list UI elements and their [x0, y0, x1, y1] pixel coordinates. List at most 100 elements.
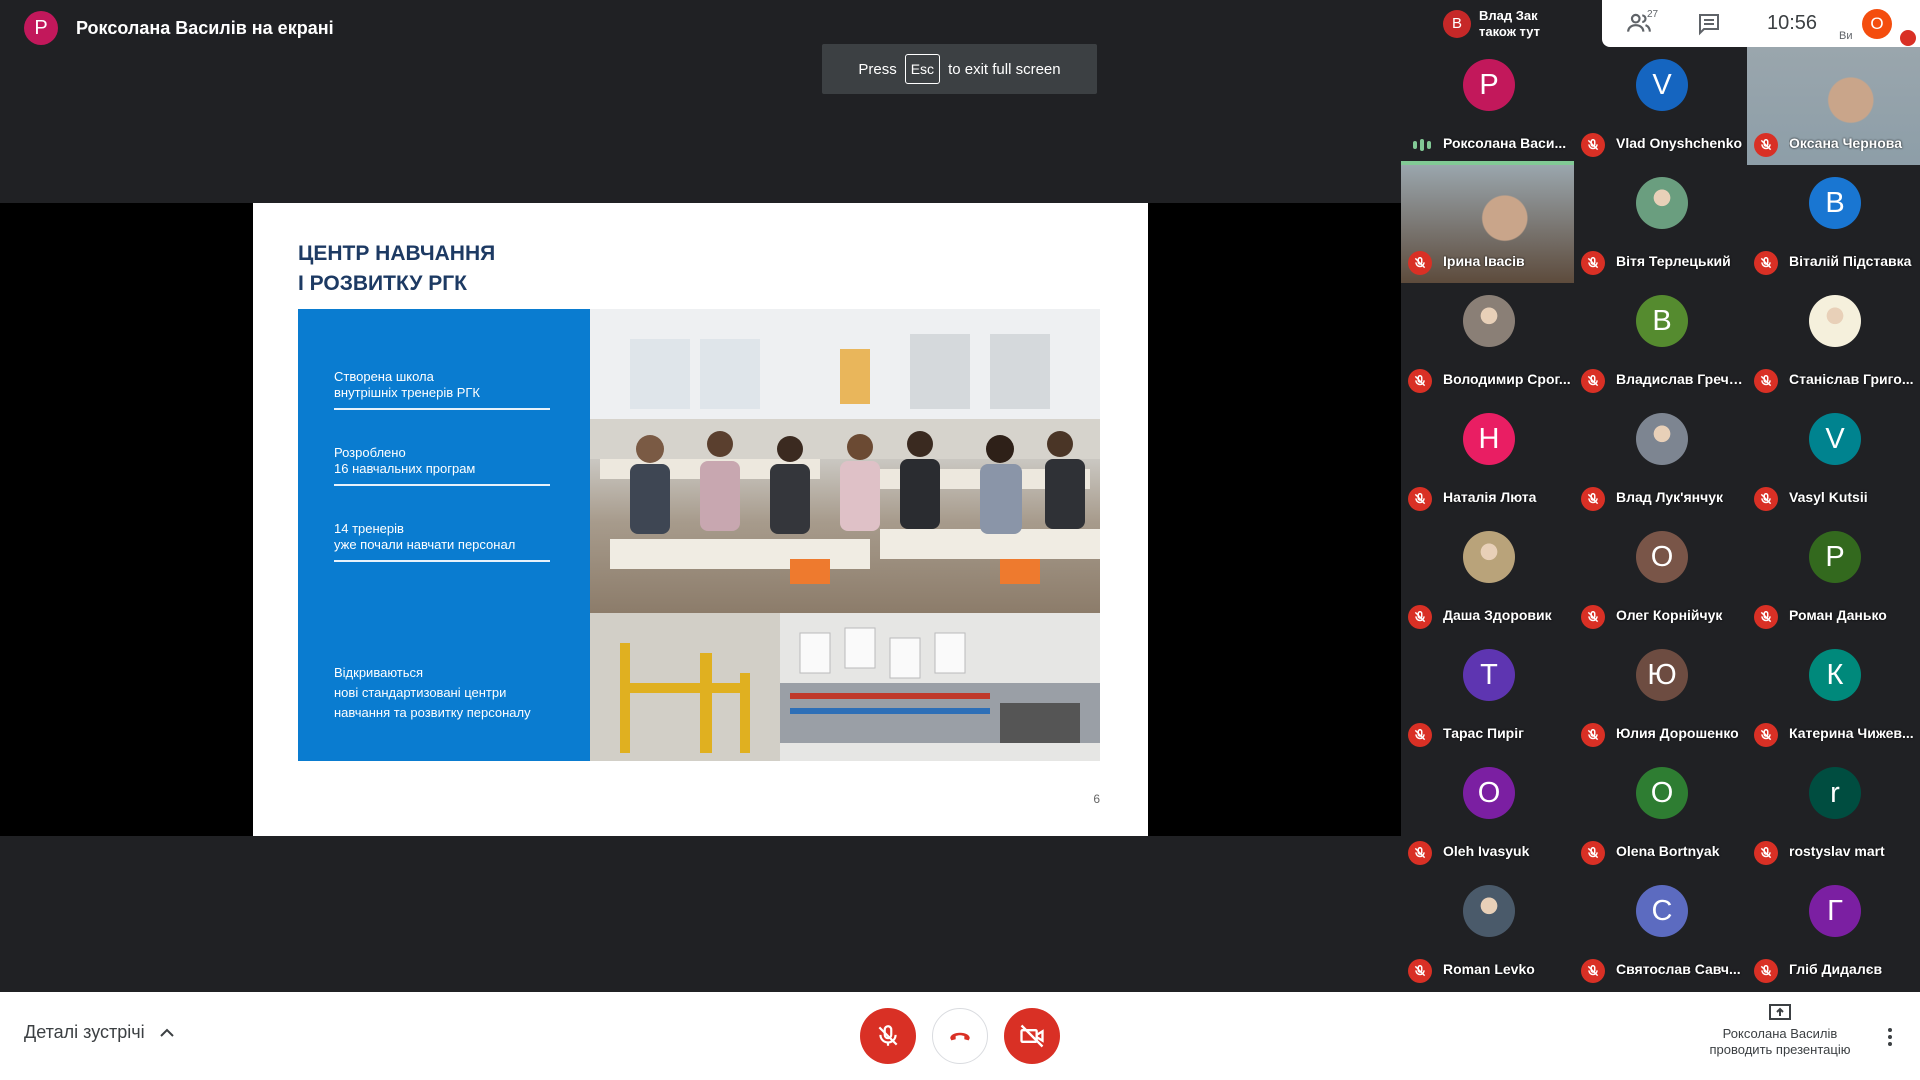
more-options-button[interactable]: [1880, 1022, 1900, 1052]
esc-key: Esc: [904, 54, 941, 84]
mic-off-icon: [1581, 841, 1605, 865]
leave-call-button[interactable]: [932, 1008, 988, 1064]
participant-tile[interactable]: V Vlad Onyshchenko: [1574, 47, 1747, 165]
present-icon: [1769, 1004, 1791, 1020]
participant-tile[interactable]: Ірина Івасів: [1401, 165, 1574, 283]
participant-avatar: [1636, 177, 1688, 229]
participant-name: Vlad Onyshchenko: [1616, 135, 1743, 151]
esc-hint-press: Press: [858, 60, 897, 78]
participant-name: Вітя Терлецький: [1616, 253, 1731, 269]
participant-name: Oleh Ivasyuk: [1443, 843, 1530, 859]
participant-name: Олег Корнійчук: [1616, 607, 1723, 623]
participant-name: Оксана Чернова: [1789, 135, 1902, 151]
mic-off-icon: [1581, 133, 1605, 157]
mic-off-icon: [1581, 605, 1605, 629]
participant-tile[interactable]: Г Гліб Дидалєв: [1747, 873, 1920, 991]
participant-avatar: Н: [1463, 413, 1515, 465]
participant-tile[interactable]: К Катерина Чижев...: [1747, 637, 1920, 755]
mic-off-icon: [1581, 369, 1605, 393]
participant-tile[interactable]: Володимир Срог...: [1401, 283, 1574, 401]
self-label: Ви: [1839, 30, 1853, 42]
participant-tile[interactable]: С Святослав Савч...: [1574, 873, 1747, 991]
also-here-notice: В Влад Зак також тут: [1431, 0, 1599, 47]
presentation-slide: ЦЕНТР НАВЧАННЯ І РОЗВИТКУ РГК Створена ш…: [253, 203, 1148, 836]
participant-avatar: [1463, 885, 1515, 937]
participant-name: Roman Levko: [1443, 961, 1535, 977]
mic-off-icon: [1754, 723, 1778, 747]
mic-off-icon: [1408, 959, 1432, 983]
participant-tile[interactable]: Вітя Терлецький: [1574, 165, 1747, 283]
participant-tile[interactable]: Roman Levko: [1401, 873, 1574, 991]
participant-name: Гліб Дидалєв: [1789, 961, 1883, 977]
more-vert-icon: [1888, 1028, 1892, 1032]
participant-avatar: О: [1636, 531, 1688, 583]
chat-button[interactable]: [1697, 12, 1721, 36]
mic-off-icon: [1581, 723, 1605, 747]
mic-off-icon: [1408, 251, 1432, 275]
also-here-text: Влад Зак також тут: [1479, 7, 1540, 39]
participant-avatar: [1463, 295, 1515, 347]
participant-avatar: Р: [1463, 59, 1515, 111]
equipment-photo: [590, 613, 1100, 761]
self-avatar[interactable]: О: [1862, 9, 1892, 39]
mic-off-icon: [1581, 959, 1605, 983]
participant-tile[interactable]: О Олег Корнійчук: [1574, 519, 1747, 637]
participant-tile[interactable]: В Віталій Підставка: [1747, 165, 1920, 283]
speaking-indicator: [1413, 139, 1431, 151]
esc-hint-rest: to exit full screen: [948, 60, 1061, 78]
participant-tile[interactable]: Ю Юлия Дорошенко: [1574, 637, 1747, 755]
mic-off-icon: [1754, 959, 1778, 983]
exit-fullscreen-hint: Press Esc to exit full screen: [822, 44, 1097, 94]
participant-name: Юлия Дорошенко: [1616, 725, 1739, 741]
participant-name: Роксолана Васи...: [1443, 135, 1567, 151]
participant-tile[interactable]: Оксана Чернова: [1747, 47, 1920, 165]
participant-tile[interactable]: Н Наталія Люта: [1401, 401, 1574, 519]
main-stage: Р Роксолана Василів на екрані Press Esc …: [0, 0, 1401, 992]
participant-tile[interactable]: Р Роман Данько: [1747, 519, 1920, 637]
participant-name: Катерина Чижев...: [1789, 725, 1914, 741]
mic-off-icon: [1408, 487, 1432, 511]
participant-tile[interactable]: Р Роксолана Васи...: [1401, 47, 1574, 165]
people-button[interactable]: [1626, 10, 1666, 38]
mic-off-icon: [1408, 841, 1432, 865]
participant-avatar: К: [1809, 649, 1861, 701]
self-mic-off-icon: [1900, 30, 1916, 46]
meeting-details-button[interactable]: Деталі зустрічі: [24, 1022, 175, 1043]
participant-avatar: [1636, 413, 1688, 465]
mic-toggle-button[interactable]: [860, 1008, 916, 1064]
participant-avatar: [1809, 295, 1861, 347]
participant-tile[interactable]: Т Тарас Пиріг: [1401, 637, 1574, 755]
clock: 10:56: [1767, 12, 1818, 34]
participant-tile[interactable]: r rostyslav mart: [1747, 755, 1920, 873]
participant-tile[interactable]: Влад Лук'янчук: [1574, 401, 1747, 519]
presenter-bar: Р Роксолана Василів на екрані: [24, 8, 334, 48]
participant-tile[interactable]: В Владислав Гречк...: [1574, 283, 1747, 401]
mic-off-icon: [1408, 605, 1432, 629]
slide-item: 14 тренерів уже почали навчати персонал: [334, 521, 516, 552]
mic-off-icon: [1754, 369, 1778, 393]
participant-name: Vasyl Kutsii: [1789, 489, 1868, 505]
participant-avatar: r: [1809, 767, 1861, 819]
participant-tile[interactable]: Даша Здоровик: [1401, 519, 1574, 637]
participant-tile[interactable]: O Oleh Ivasyuk: [1401, 755, 1574, 873]
participant-avatar: Р: [1809, 531, 1861, 583]
presenting-text: Роксолана Василів проводить презентацію: [1709, 1026, 1851, 1057]
camera-toggle-button[interactable]: [1004, 1008, 1060, 1064]
mic-off-icon: [1754, 133, 1778, 157]
participant-avatar: С: [1636, 885, 1688, 937]
classroom-photo: [590, 309, 1100, 613]
participant-avatar: O: [1636, 767, 1688, 819]
slide-page-number: 6: [1093, 792, 1100, 806]
meet-window: Р Роксолана Василів на екрані Press Esc …: [0, 0, 1920, 1080]
camera-off-icon: [1020, 1024, 1044, 1048]
participant-avatar: Г: [1809, 885, 1861, 937]
participant-tile[interactable]: Станіслав Григо...: [1747, 283, 1920, 401]
participant-tile[interactable]: V Vasyl Kutsii: [1747, 401, 1920, 519]
top-right-toolbar: 27 10:56 Ви О: [1602, 0, 1920, 47]
also-here-avatar: В: [1443, 9, 1471, 38]
participant-tile[interactable]: O Olena Bortnyak: [1574, 755, 1747, 873]
mic-off-icon: [1754, 251, 1778, 275]
participant-grid: Р Роксолана Васи... V Vlad Onyshchenko Оксан…: [1401, 47, 1920, 992]
participant-avatar: В: [1636, 295, 1688, 347]
presenting-button[interactable]: Роксолана Василів проводить презентацію: [1690, 1004, 1870, 1058]
